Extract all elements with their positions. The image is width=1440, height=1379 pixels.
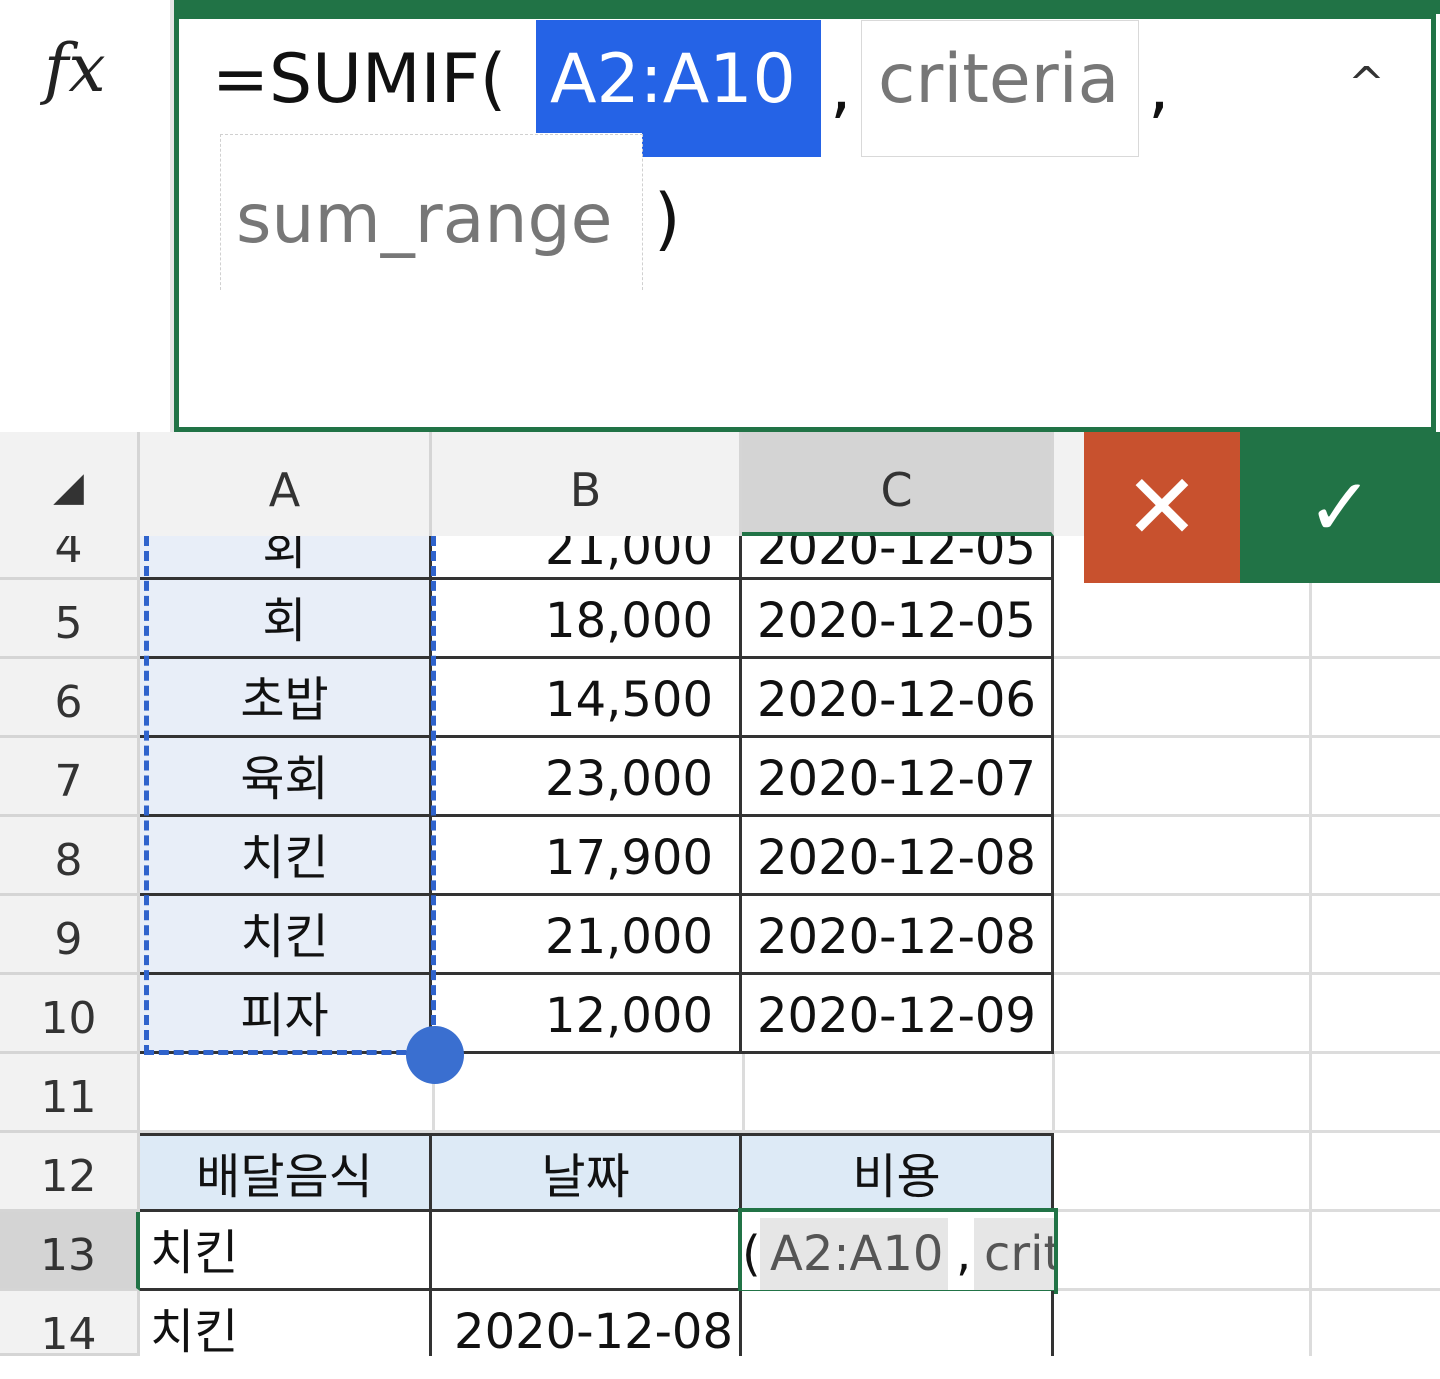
column-header-c[interactable]: C — [742, 432, 1054, 536]
cell-c5[interactable]: 2020-12-05 — [742, 580, 1054, 659]
cell-b10[interactable]: 12,000 — [432, 975, 742, 1054]
row-header[interactable]: 7 — [0, 738, 140, 817]
confirm-button[interactable]: ✓ — [1240, 432, 1440, 583]
row-header[interactable]: 8 — [0, 817, 140, 896]
row-header[interactable]: 10 — [0, 975, 140, 1054]
cell-b12-header[interactable]: 날짜 — [432, 1133, 742, 1212]
cell-c7[interactable]: 2020-12-07 — [742, 738, 1054, 817]
cell-b5[interactable]: 18,000 — [432, 580, 742, 659]
column-header-filler — [1054, 432, 1084, 536]
cell-c9[interactable]: 2020-12-08 — [742, 896, 1054, 975]
cell-a12-header[interactable]: 배달음식 — [140, 1133, 432, 1212]
cell-b9[interactable]: 21,000 — [432, 896, 742, 975]
formula-range-token[interactable]: A2:A10 — [550, 40, 796, 120]
cell-b4[interactable]: 21,000 — [432, 536, 742, 580]
function-icon[interactable]: fx — [44, 30, 106, 107]
cancel-button[interactable]: ✕ — [1084, 432, 1240, 583]
cell-c6[interactable]: 2020-12-06 — [742, 659, 1054, 738]
fill-handle[interactable] — [406, 1026, 464, 1084]
formula-comma-1: , — [830, 48, 852, 127]
row-header[interactable]: 5 — [0, 580, 140, 659]
gridline-h — [1054, 735, 1440, 738]
range-token-highlight-tail — [642, 120, 821, 157]
formula-comma-2: , — [1148, 48, 1170, 127]
formula-criteria-token[interactable]: criteria — [878, 40, 1119, 120]
collapse-chevron-icon[interactable]: ^ — [1348, 58, 1385, 109]
top-accent-strip — [174, 0, 1440, 14]
row-header[interactable]: 11 — [0, 1054, 140, 1133]
column-header-a[interactable]: A — [140, 432, 432, 536]
cell-b14[interactable]: 2020-12-08 — [432, 1291, 742, 1356]
cell-c12-header[interactable]: 비용 — [742, 1133, 1054, 1212]
cell-c4[interactable]: 2020-12-05 — [742, 536, 1054, 580]
cell-a13[interactable]: 치킨 — [140, 1212, 432, 1291]
cell-b8[interactable]: 17,900 — [432, 817, 742, 896]
gridline-h — [1054, 656, 1440, 659]
gridline-h — [1054, 1288, 1440, 1291]
row-header[interactable]: 9 — [0, 896, 140, 975]
edit-comma: , — [956, 1226, 972, 1282]
cell-a14[interactable]: 치킨 — [140, 1291, 432, 1356]
gridline-v — [1309, 583, 1312, 1356]
row-header[interactable]: 4 — [0, 536, 140, 580]
gridline-v — [742, 1052, 745, 1132]
row-header[interactable]: 14 — [0, 1291, 140, 1360]
gridline-h — [1054, 972, 1440, 975]
gridline-h — [1054, 1051, 1440, 1054]
formula-close-paren: ) — [654, 180, 681, 259]
cell-c10[interactable]: 2020-12-09 — [742, 975, 1054, 1054]
column-header-b[interactable]: B — [432, 432, 742, 536]
formula-sum-range-token[interactable]: sum_range — [236, 180, 613, 260]
cell-c14[interactable] — [742, 1291, 1054, 1356]
gridline-h — [1054, 1209, 1440, 1212]
range-selection-outline — [144, 536, 436, 1055]
row-header[interactable]: 12 — [0, 1133, 140, 1212]
select-all-corner[interactable]: ◢ — [0, 432, 140, 536]
function-panel: fx — [0, 0, 174, 432]
row-header[interactable]: 6 — [0, 659, 140, 738]
gridline-v — [1052, 1052, 1055, 1132]
cell-b13[interactable] — [432, 1212, 742, 1291]
cell-b6[interactable]: 14,500 — [432, 659, 742, 738]
gridline-h — [1054, 893, 1440, 896]
row-header-selected[interactable]: 13 — [0, 1212, 140, 1291]
gridline-h — [1054, 814, 1440, 817]
edit-criteria-token[interactable]: crit — [984, 1226, 1054, 1282]
cell-c8[interactable]: 2020-12-08 — [742, 817, 1054, 896]
edit-open-paren: ( — [742, 1226, 761, 1282]
cell-c13-editing[interactable]: ( A2:A10 , crit — [738, 1208, 1058, 1294]
edit-range-token[interactable]: A2:A10 — [770, 1226, 943, 1282]
formula-prefix: =SUMIF( — [212, 40, 507, 119]
cell-b7[interactable]: 23,000 — [432, 738, 742, 817]
